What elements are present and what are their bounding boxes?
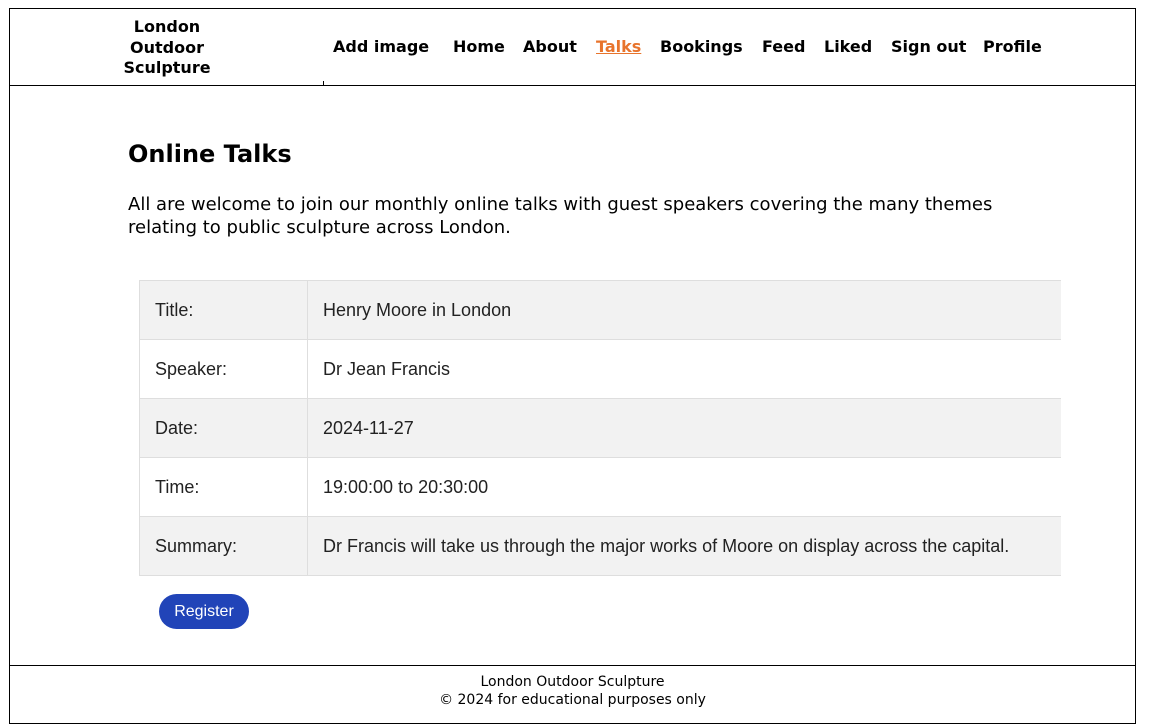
talk-speaker-value: Dr Jean Francis: [307, 339, 1061, 399]
talk-title-value: Henry Moore in London: [307, 280, 1061, 340]
nav-feed[interactable]: Feed: [762, 37, 805, 57]
brand-line: Sculpture: [123, 58, 211, 77]
row-label: Date:: [139, 398, 308, 458]
table-row: Date: 2024-11-27: [139, 398, 1061, 458]
nav-liked[interactable]: Liked: [824, 37, 872, 57]
nav-divider: [323, 81, 324, 85]
intro-text: All are welcome to join our monthly onli…: [128, 194, 993, 238]
nav-about[interactable]: About: [523, 37, 577, 57]
talk-time-value: 19:00:00 to 20:30:00: [307, 457, 1061, 517]
nav-sign-out[interactable]: Sign out: [891, 37, 966, 57]
footer-site-name: London Outdoor Sculpture: [480, 674, 665, 690]
row-label: Summary:: [139, 516, 308, 576]
nav-talks[interactable]: Talks: [596, 37, 641, 57]
table-row: Time: 19:00:00 to 20:30:00: [139, 457, 1061, 517]
page-title: Online Talks: [128, 140, 292, 168]
site-footer: London Outdoor Sculpture © 2024 for educ…: [10, 665, 1135, 723]
table-row: Title: Henry Moore in London: [139, 280, 1061, 340]
footer-copyright: © 2024 for educational purposes only: [439, 692, 706, 708]
row-label: Time:: [139, 457, 308, 517]
nav-profile[interactable]: Profile: [983, 37, 1042, 57]
nav-add-image[interactable]: Add image: [333, 37, 429, 57]
table-row: Speaker: Dr Jean Francis: [139, 339, 1061, 399]
talk-details-table: Title: Henry Moore in London Speaker: Dr…: [139, 280, 1061, 576]
brand-line: London: [133, 17, 201, 36]
site-header: London Outdoor Sculpture Add image Home …: [10, 9, 1135, 86]
row-label: Title:: [139, 280, 308, 340]
nav-home[interactable]: Home: [453, 37, 505, 57]
table-row: Summary: Dr Francis will take us through…: [139, 516, 1061, 576]
row-label: Speaker:: [139, 339, 308, 399]
site-logo[interactable]: London Outdoor Sculpture: [110, 17, 224, 79]
talk-summary-value: Dr Francis will take us through the majo…: [307, 516, 1061, 576]
nav-bookings[interactable]: Bookings: [660, 37, 743, 57]
talk-date-value: 2024-11-27: [307, 398, 1061, 458]
brand-line: Outdoor: [130, 37, 204, 57]
register-button[interactable]: Register: [159, 594, 249, 629]
page-frame: London Outdoor Sculpture Add image Home …: [9, 8, 1136, 724]
